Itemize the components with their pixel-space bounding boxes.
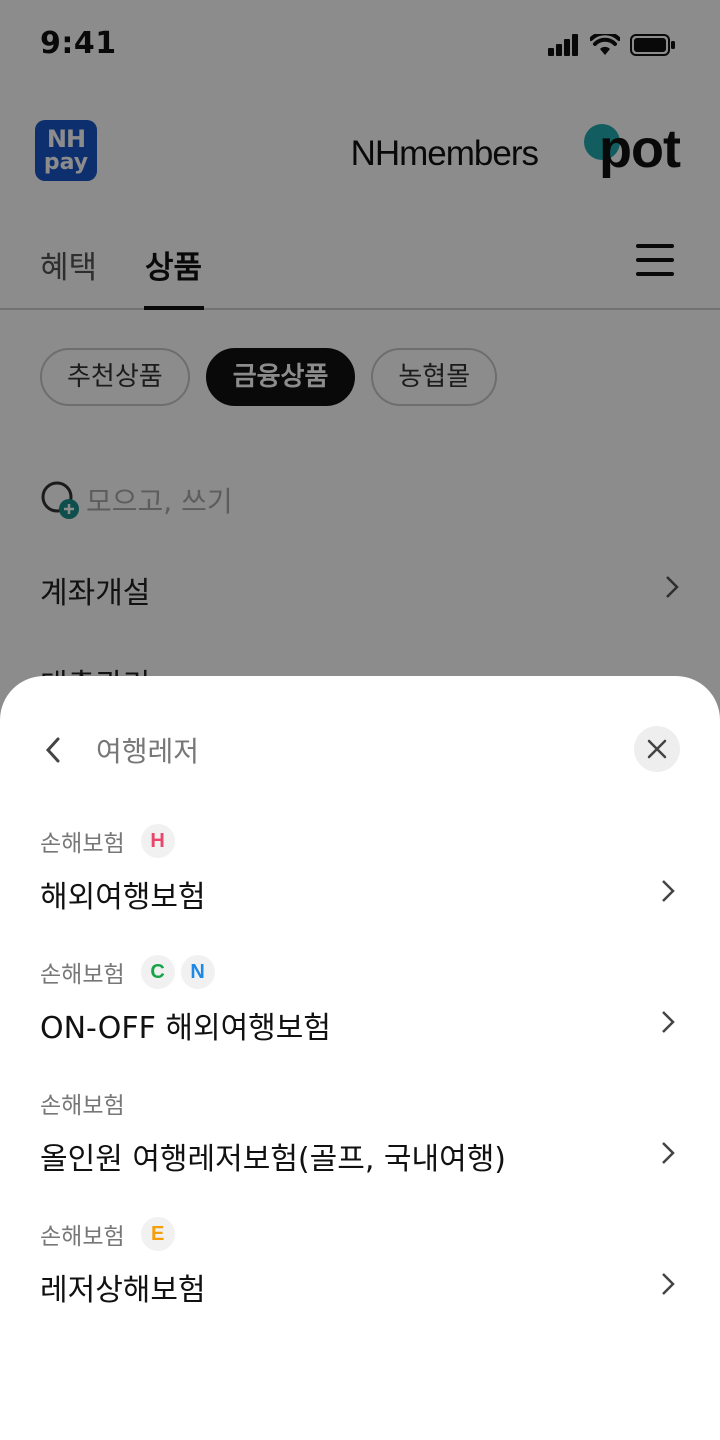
chevron-right-icon [662, 880, 675, 902]
product-category: 손해보험 [40, 962, 125, 988]
product-category: 손해보험 [40, 1224, 125, 1250]
back-arrow-icon[interactable] [40, 734, 68, 766]
product-item-leisure-injury[interactable]: 손해보험 E 레저상해보험 [40, 1217, 680, 1317]
chevron-right-icon [662, 1142, 675, 1164]
product-category-row: 손해보험 C N [40, 955, 215, 989]
product-item-all-in-one-leisure[interactable]: 손해보험 올인원 여행레저보험(골프, 국내여행) [40, 1086, 680, 1186]
product-title: 올인원 여행레저보험(골프, 국내여행) [40, 1142, 507, 1177]
insurer-badge-h: H [140, 824, 175, 858]
insurer-badge-e: E [140, 1217, 175, 1251]
close-button[interactable] [634, 726, 680, 772]
product-category: 손해보험 [40, 1093, 125, 1119]
product-category-row: 손해보험 E [40, 1217, 175, 1251]
product-title: ON-OFF 해외여행보험 [40, 1011, 331, 1046]
chevron-right-icon [662, 1011, 675, 1033]
product-category-row: 손해보험 H [40, 824, 175, 858]
insurer-badge-n: N [180, 955, 215, 989]
product-category-row: 손해보험 [40, 1086, 135, 1120]
product-title: 레저상해보험 [40, 1273, 206, 1308]
bottom-sheet: 여행레저 손해보험 H 해외여행보험 손해보험 C N ON-OFF 해외여행보… [0, 676, 720, 1440]
close-icon [647, 739, 667, 759]
sheet-title: 여행레저 [96, 735, 200, 768]
insurer-badge-c: C [140, 955, 175, 989]
product-item-overseas-travel[interactable]: 손해보험 H 해외여행보험 [40, 824, 680, 924]
product-item-on-off-travel[interactable]: 손해보험 C N ON-OFF 해외여행보험 [40, 955, 680, 1055]
chevron-right-icon [662, 1273, 675, 1295]
product-category: 손해보험 [40, 831, 125, 857]
sheet-header: 여행레저 [0, 726, 720, 774]
product-title: 해외여행보험 [40, 880, 206, 915]
